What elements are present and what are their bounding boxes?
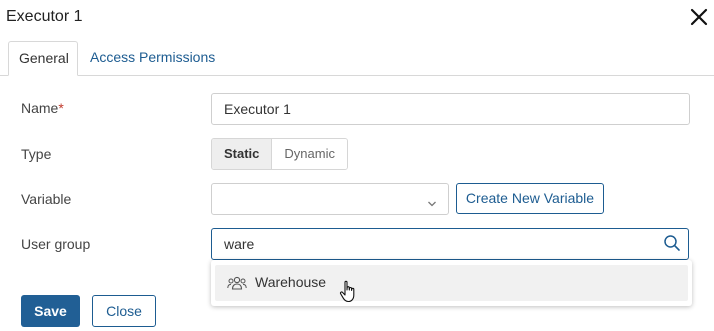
type-toggle: Static Dynamic: [211, 138, 348, 170]
dropdown-item-warehouse[interactable]: Warehouse: [215, 265, 688, 301]
variable-label: Variable: [21, 191, 72, 207]
create-new-variable-button[interactable]: Create New Variable: [456, 183, 604, 214]
chevron-down-icon[interactable]: [427, 195, 437, 213]
name-label: Name*: [21, 100, 64, 116]
hand-pointer-icon: [339, 280, 359, 309]
name-label-text: Name: [21, 100, 59, 116]
type-dynamic-option[interactable]: Dynamic: [272, 139, 347, 169]
required-mark: *: [58, 100, 64, 116]
tab-general[interactable]: General: [8, 41, 78, 76]
name-field[interactable]: Executor 1: [211, 93, 690, 125]
name-field-value: Executor 1: [224, 101, 291, 117]
user-group-label: User group: [21, 236, 91, 252]
save-button[interactable]: Save: [21, 295, 80, 327]
variable-select[interactable]: [211, 183, 449, 215]
user-group-dropdown: Warehouse: [211, 260, 692, 306]
user-group-search-input[interactable]: ware: [211, 228, 689, 260]
user-group-search-value: ware: [224, 236, 255, 252]
dropdown-item-label: Warehouse: [255, 274, 327, 290]
close-button[interactable]: Close: [92, 295, 156, 327]
type-static-option[interactable]: Static: [212, 139, 273, 169]
tab-bar: General Access Permissions: [0, 41, 714, 76]
tab-access-permissions[interactable]: Access Permissions: [80, 41, 225, 75]
group-icon: [227, 276, 247, 295]
close-icon[interactable]: [688, 6, 710, 28]
search-icon[interactable]: [663, 234, 681, 257]
tab-divider: [0, 75, 714, 76]
dialog-title: Executor 1: [6, 8, 83, 25]
type-label: Type: [21, 146, 52, 162]
